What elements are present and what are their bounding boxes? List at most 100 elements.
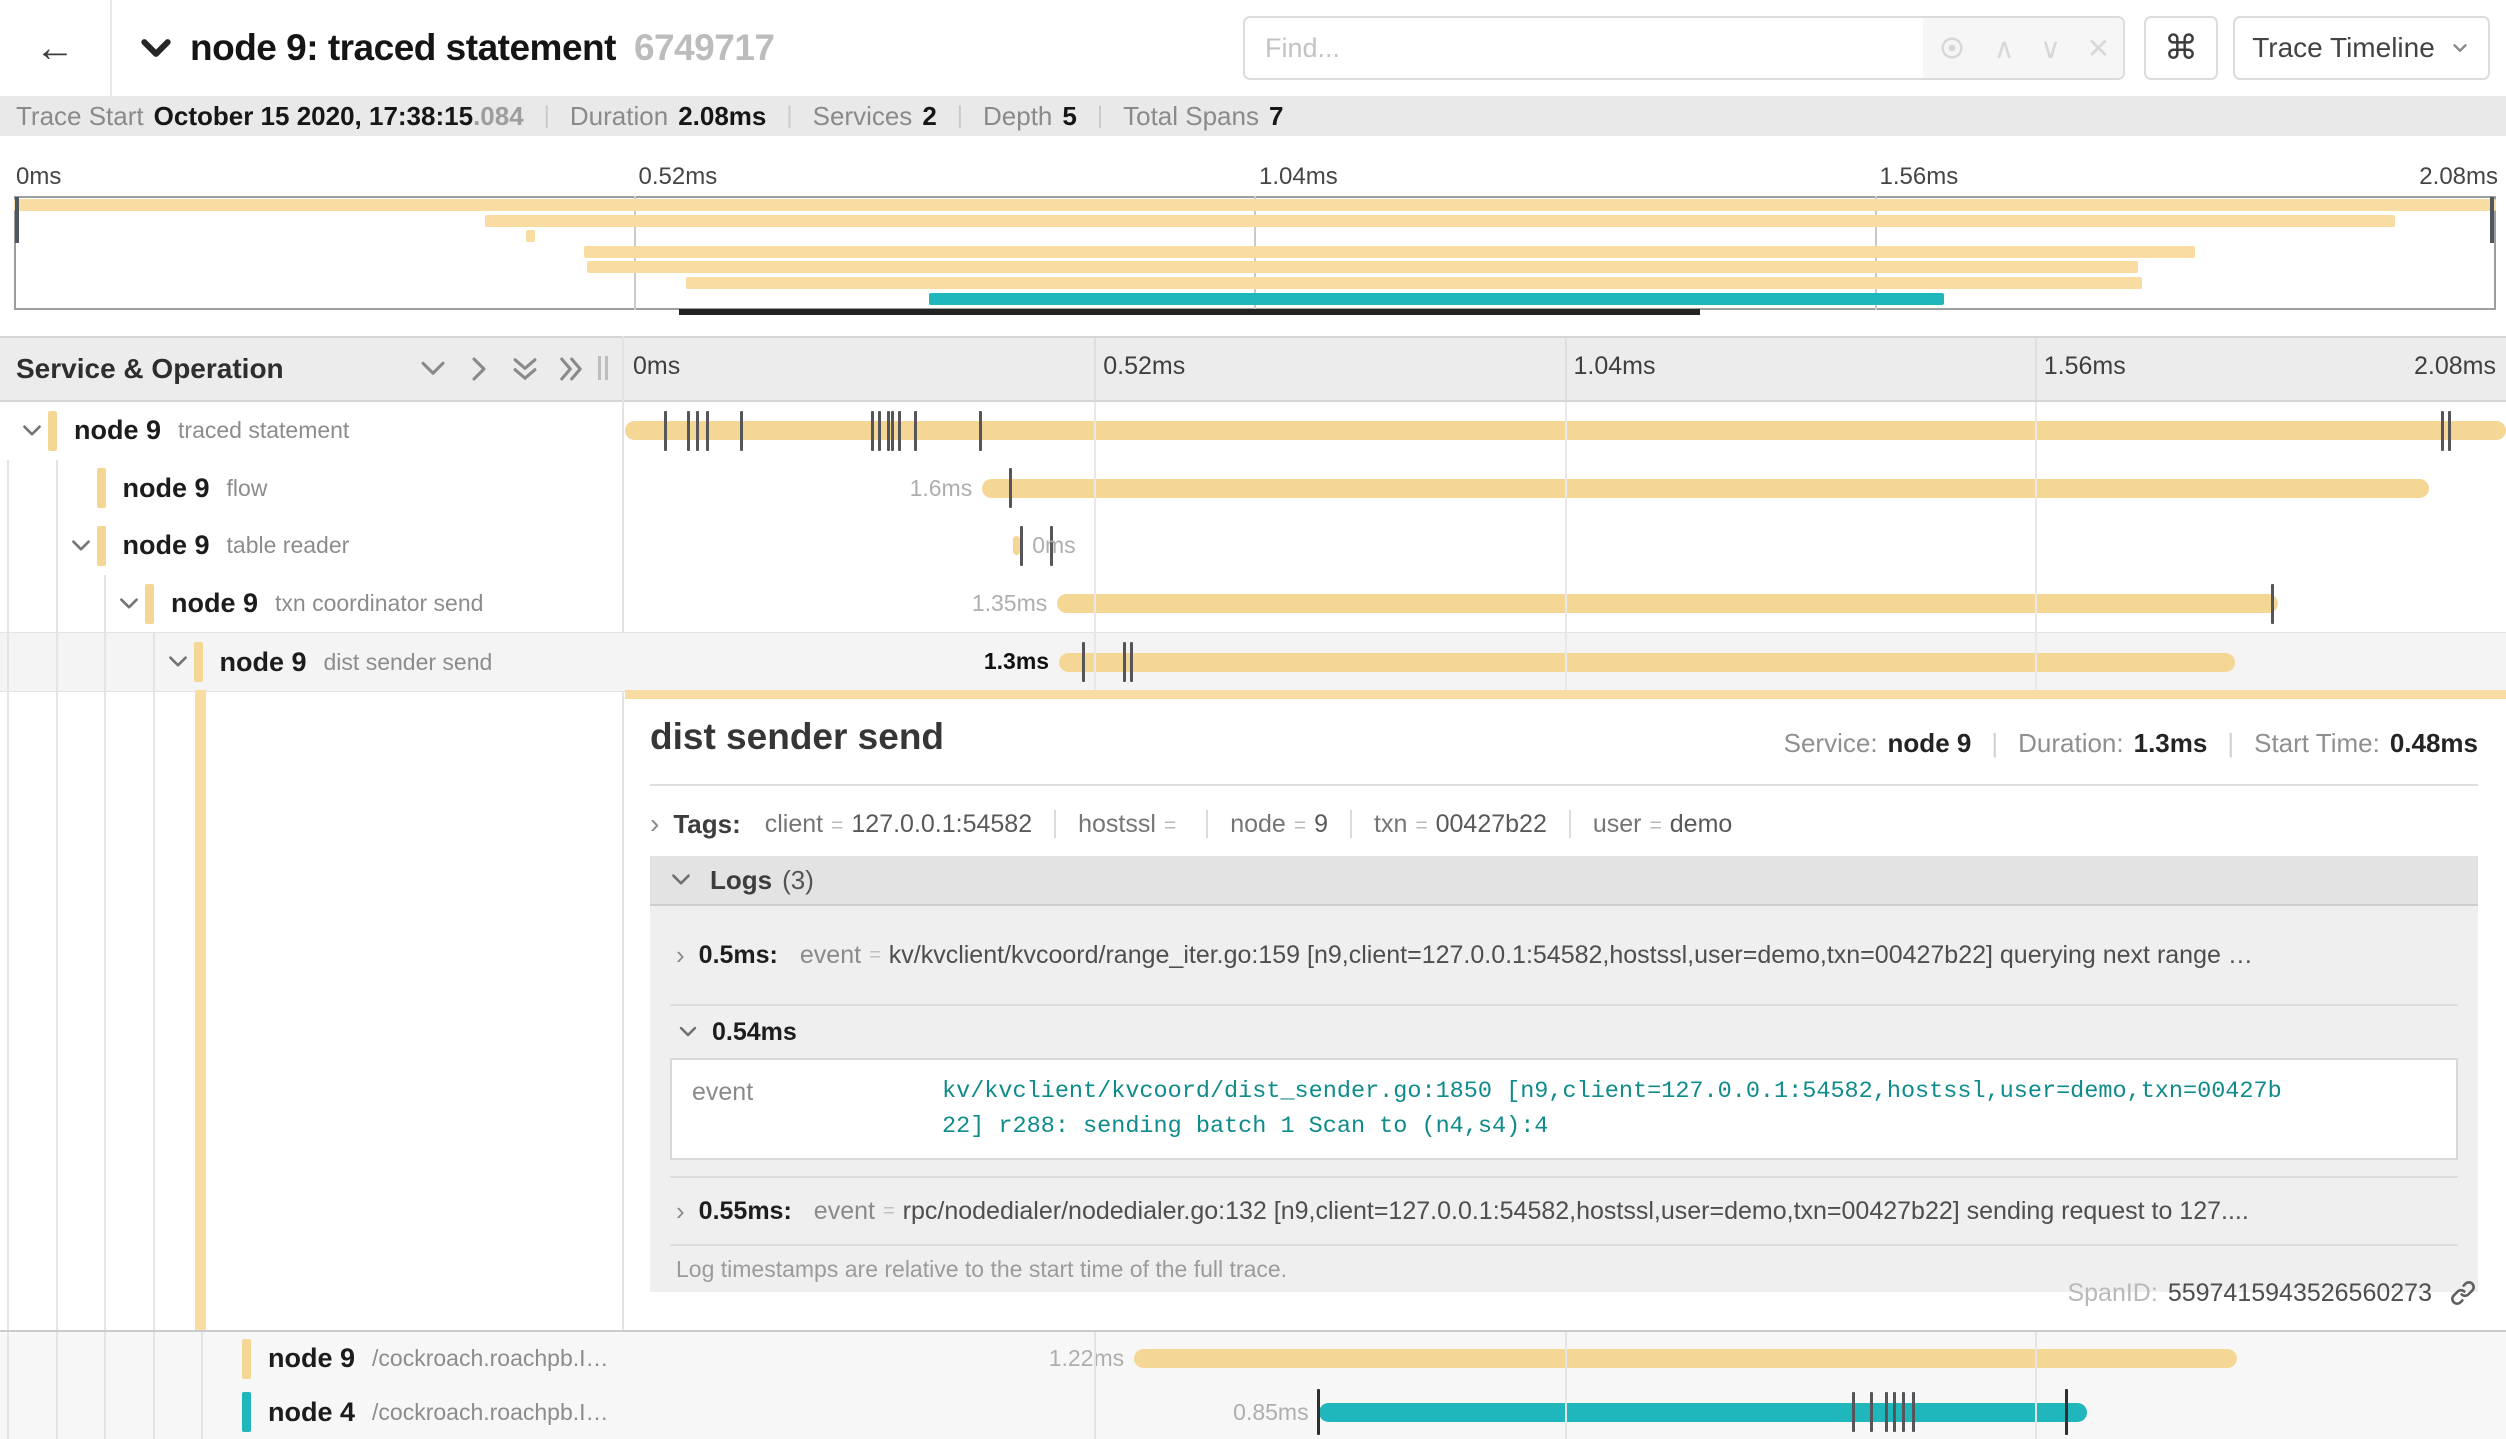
log-expand-icon[interactable]: › xyxy=(676,1196,685,1227)
service-name: node 9 xyxy=(74,415,161,446)
minimap-axis-label: 2.08ms xyxy=(2419,163,2498,191)
log-marker-tick[interactable] xyxy=(1852,1392,1855,1432)
log-marker-tick[interactable] xyxy=(1912,1392,1915,1432)
span-collapse-chevron-icon[interactable] xyxy=(116,591,142,617)
minimap-scrubber-right[interactable] xyxy=(2490,197,2494,243)
meta-label: Duration: xyxy=(2018,728,2124,759)
log-entry-collapsed[interactable]: ›0.5ms:event=kv/kvclient/kvcoord/range_i… xyxy=(670,906,2458,1006)
collapse-trace-chevron-icon[interactable] xyxy=(136,28,176,68)
log-marker-tick[interactable] xyxy=(887,411,890,451)
span-row--cockroach-roachpb-i-[interactable]: node 4/cockroach.roachpb.I…0.85ms xyxy=(0,1386,2506,1439)
log-marker-tick[interactable] xyxy=(1123,642,1126,682)
locate-icon[interactable] xyxy=(1936,32,1968,64)
operation-name: dist sender send xyxy=(324,649,493,676)
summary-value-fraction: .084 xyxy=(473,101,524,132)
minimap-axis-label: 1.56ms xyxy=(1880,163,1959,191)
log-marker-tick[interactable] xyxy=(871,411,874,451)
log-marker-tick[interactable] xyxy=(1009,468,1012,508)
column-resizer-grip[interactable] xyxy=(598,356,601,380)
indent-guide xyxy=(201,1386,203,1439)
log-marker-tick[interactable] xyxy=(2441,411,2444,451)
log-marker-tick[interactable] xyxy=(878,411,881,451)
logs-header[interactable]: Logs (3) xyxy=(650,856,2478,904)
back-button[interactable]: ← xyxy=(0,0,112,96)
tags-expand-icon[interactable]: › xyxy=(650,808,659,840)
back-arrow-icon: ← xyxy=(35,26,75,71)
log-collapse-icon[interactable] xyxy=(676,1020,700,1044)
span-bar[interactable] xyxy=(1319,1403,2088,1422)
log-marker-tick[interactable] xyxy=(740,411,743,451)
log-marker-tick[interactable] xyxy=(2448,411,2451,451)
indent-guide xyxy=(153,1332,155,1386)
collapse-one-icon[interactable] xyxy=(416,352,450,386)
span-name: node 9/cockroach.roachpb.I… xyxy=(268,1332,609,1386)
log-marker-tick[interactable] xyxy=(898,411,901,451)
summary-label: Total Spans xyxy=(1123,101,1259,132)
log-marker-tick[interactable] xyxy=(979,411,982,451)
log-marker-tick[interactable] xyxy=(1870,1392,1873,1432)
trace-timeline-dropdown[interactable]: Trace Timeline xyxy=(2233,16,2490,80)
span-color-chip xyxy=(97,526,106,566)
span-collapse-chevron-icon[interactable] xyxy=(68,533,94,559)
log-marker-tick[interactable] xyxy=(664,411,667,451)
minimap-scrubber-left[interactable] xyxy=(15,197,19,243)
log-marker-tick[interactable] xyxy=(891,411,894,451)
log-marker-tick[interactable] xyxy=(1020,526,1023,566)
indent-guide xyxy=(153,633,155,691)
log-marker-tick[interactable] xyxy=(1082,642,1085,682)
span-row-dist-sender-send[interactable]: node 9dist sender send1.3ms xyxy=(0,632,2506,692)
service-name: node 9 xyxy=(268,1343,355,1374)
find-input[interactable] xyxy=(1245,18,1923,78)
span-row-traced-statement[interactable]: node 9traced statement xyxy=(0,402,2506,460)
span-row-flow[interactable]: node 9flow1.6ms xyxy=(0,460,2506,518)
keyboard-shortcuts-button[interactable]: ⌘ xyxy=(2144,16,2218,80)
span-bar[interactable] xyxy=(1059,653,2235,672)
tags-label: Tags: xyxy=(673,809,740,840)
log-marker-tick[interactable] xyxy=(696,411,699,451)
span-row--cockroach-roachpb-i-[interactable]: node 9/cockroach.roachpb.I…1.22ms xyxy=(0,1332,2506,1386)
log-expand-icon[interactable]: › xyxy=(676,940,685,971)
span-id-label: SpanID: xyxy=(2067,1279,2157,1308)
indent-guide xyxy=(104,690,106,1332)
log-marker-tick[interactable] xyxy=(1902,1392,1905,1432)
log-entry-collapsed[interactable]: ›0.55ms:event=rpc/nodedialer/nodedialer.… xyxy=(670,1176,2458,1244)
log-marker-tick[interactable] xyxy=(687,411,690,451)
log-marker-tick[interactable] xyxy=(1130,642,1133,682)
log-entry-expanded-header[interactable]: 0.54ms xyxy=(670,1006,2458,1058)
expand-all-icon[interactable] xyxy=(554,352,588,386)
indent-guide xyxy=(56,1332,58,1386)
column-resizer-grip[interactable] xyxy=(605,356,608,380)
indent-guide xyxy=(56,690,58,1332)
minimap-scroll-indicator[interactable] xyxy=(679,309,1700,315)
gridline xyxy=(1565,402,1567,690)
summary-label: Depth xyxy=(983,101,1052,132)
clear-search-icon[interactable]: ✕ xyxy=(2087,32,2110,65)
log-marker-tick[interactable] xyxy=(1893,1392,1896,1432)
trace-id: 6749717 xyxy=(634,27,775,69)
collapse-all-icon[interactable] xyxy=(508,352,542,386)
span-bar[interactable] xyxy=(982,479,2429,498)
span-endpoint-tick xyxy=(1317,1389,1320,1435)
selected-span-accent-bar xyxy=(625,690,2506,699)
span-bar[interactable] xyxy=(1013,536,1020,555)
log-marker-tick[interactable] xyxy=(1885,1392,1888,1432)
span-row-txn-coordinator-send[interactable]: node 9txn coordinator send1.35ms xyxy=(0,575,2506,633)
service-name: node 9 xyxy=(171,588,258,619)
gridline xyxy=(1094,402,1096,690)
trace-summary-bar: Trace StartOctober 15 2020, 17:38:15.084… xyxy=(0,96,2506,136)
span-row-table-reader[interactable]: node 9table reader0ms xyxy=(0,517,2506,575)
span-bar[interactable] xyxy=(1134,1349,2237,1368)
expand-one-icon[interactable] xyxy=(462,352,496,386)
tags-row[interactable]: ›Tags:client=127.0.0.1:54582hostssl=node… xyxy=(650,800,2478,848)
next-result-icon[interactable]: ∨ xyxy=(2040,32,2061,65)
log-marker-tick[interactable] xyxy=(2271,584,2274,624)
tag-node: node=9 xyxy=(1230,810,1328,839)
span-collapse-chevron-icon[interactable] xyxy=(19,418,45,444)
span-collapse-chevron-icon[interactable] xyxy=(165,649,191,675)
operation-name: txn coordinator send xyxy=(275,590,483,617)
prev-result-icon[interactable]: ∧ xyxy=(1994,32,2015,65)
span-bar[interactable] xyxy=(1057,594,2278,613)
log-marker-tick[interactable] xyxy=(914,411,917,451)
log-marker-tick[interactable] xyxy=(706,411,709,451)
deep-link-icon[interactable] xyxy=(2448,1278,2478,1308)
